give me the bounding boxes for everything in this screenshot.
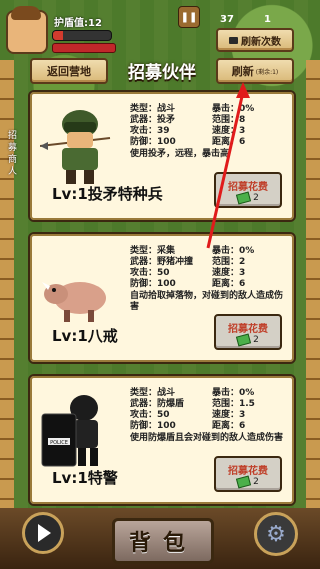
stat-crit: 暴击：0% [212, 246, 255, 256]
unit-stats: 类型：战斗 暴击：0% 武器：防爆盾 范围：1.5 攻击：50 速度：3 防御：100… [130, 388, 290, 444]
stat-type: 类型：采集 [130, 246, 176, 256]
shield-label: 护盾值:12 [54, 18, 102, 29]
unit-description: 使用防爆盾且会对碰到的敌人造成伤害 [130, 433, 284, 443]
pause-button[interactable]: ❚❚ [178, 6, 200, 28]
stat-speed: 速度：3 [212, 126, 246, 136]
recruit-card-2: 类型：采集 暴击：0% 武器：野猪冲撞 范围：2 攻击：50 速度：3 防御：100 距… [28, 232, 296, 364]
stat-defense: 防御：100 [130, 421, 176, 431]
stat-attack: 攻击：39 [130, 126, 170, 136]
cash-icon [236, 190, 252, 205]
video-icon [229, 36, 238, 44]
stat-weapon: 武器：投矛 [130, 115, 176, 125]
side-merchant-text: 招募商人 [8, 131, 18, 177]
stat-distance: 距离：6 [212, 137, 246, 147]
play-button[interactable] [22, 512, 64, 554]
recruit-cost-button[interactable]: 招募花费 2 [214, 456, 282, 492]
swat-police-icon: POLICE [41, 395, 98, 467]
cash-icon [236, 332, 252, 347]
unit-name: Lv:1特警 [52, 469, 118, 487]
stat-speed: 速度：3 [212, 268, 246, 278]
cost-label: 招募花费 [228, 323, 268, 335]
refresh-count-label: 刷新次数 [241, 36, 281, 48]
stat-weapon: 武器：防爆盾 [130, 399, 185, 409]
cost-value: 2 [253, 334, 259, 345]
player-avatar [6, 6, 48, 54]
recruit-card-1: 类型：战斗 暴击：0% 武器：投矛 范围：8 攻击：39 速度：3 防御：100 距离：… [28, 90, 296, 222]
recruit-cost-button[interactable]: 招募花费 2 [214, 314, 282, 350]
unit-stats: 类型：战斗 暴击：0% 武器：投矛 范围：8 攻击：39 速度：3 防御：100 距离：… [130, 104, 290, 160]
stat-distance: 距离：6 [212, 279, 246, 289]
stat-attack: 攻击：50 [130, 410, 170, 420]
health-bar [52, 43, 116, 53]
stat-type: 类型：战斗 [130, 388, 176, 398]
cost-value: 2 [253, 192, 259, 203]
stat-type: 类型：战斗 [130, 104, 176, 114]
stat-crit: 暴击：0% [212, 104, 255, 114]
stat-crit: 暴击：0% [212, 388, 255, 398]
back-to-camp-button[interactable]: 返回营地 [30, 58, 108, 84]
cost-label: 招募花费 [228, 465, 268, 477]
svg-text:POLICE: POLICE [50, 440, 68, 446]
stat-range: 范围：1.5 [212, 399, 255, 409]
boar-icon [42, 282, 106, 322]
cash-icon [236, 474, 252, 489]
refresh-count-button[interactable]: 刷新次数 [216, 28, 294, 52]
stat-speed: 速度：3 [212, 410, 246, 420]
top-counter: 1 [264, 14, 271, 25]
stat-attack: 攻击：50 [130, 268, 170, 278]
refresh-remaining: (剩余:1) [255, 68, 279, 76]
stat-defense: 防御：100 [130, 137, 176, 147]
unit-name: Lv:1投矛特种兵 [52, 185, 163, 203]
stat-distance: 距离：6 [212, 421, 246, 431]
recruit-header: 返回营地 招募伙伴 刷新 (剩余:1) [30, 56, 294, 84]
stat-range: 范围：8 [212, 115, 246, 125]
kill-count: 37 [220, 14, 234, 25]
stat-defense: 防御：100 [130, 279, 176, 289]
cost-label: 招募花费 [228, 181, 268, 193]
refresh-button[interactable]: 刷新 (剩余:1) [216, 58, 294, 84]
recruit-cost-button[interactable]: 招募花费 2 [214, 172, 282, 208]
stat-weapon: 武器：野猪冲撞 [130, 257, 194, 267]
recruit-card-3: POLICE 类型：战斗 暴击：0% 武器：防爆盾 范围：1.5 攻击：50 速度：3… [28, 374, 296, 506]
spear-soldier-icon [40, 110, 111, 184]
refresh-label: 刷新 [231, 65, 254, 78]
unit-stats: 类型：采集 暴击：0% 武器：野猪冲撞 范围：2 攻击：50 速度：3 防御：100 距… [130, 246, 290, 313]
backpack-button[interactable]: 背包 [112, 518, 214, 564]
page-title: 招募伙伴 [128, 62, 196, 83]
gear-icon[interactable]: ⚙ [254, 512, 298, 556]
unit-description: 自动拾取掉落物，对碰到的敌人造成伤害 [130, 291, 284, 312]
cost-value: 2 [253, 476, 259, 487]
unit-name: Lv:1八戒 [52, 327, 118, 345]
shield-bar [52, 30, 112, 41]
unit-description: 使用投矛，远程，暴击高 [130, 149, 230, 159]
stat-range: 范围：2 [212, 257, 246, 267]
fence-right [306, 60, 320, 530]
